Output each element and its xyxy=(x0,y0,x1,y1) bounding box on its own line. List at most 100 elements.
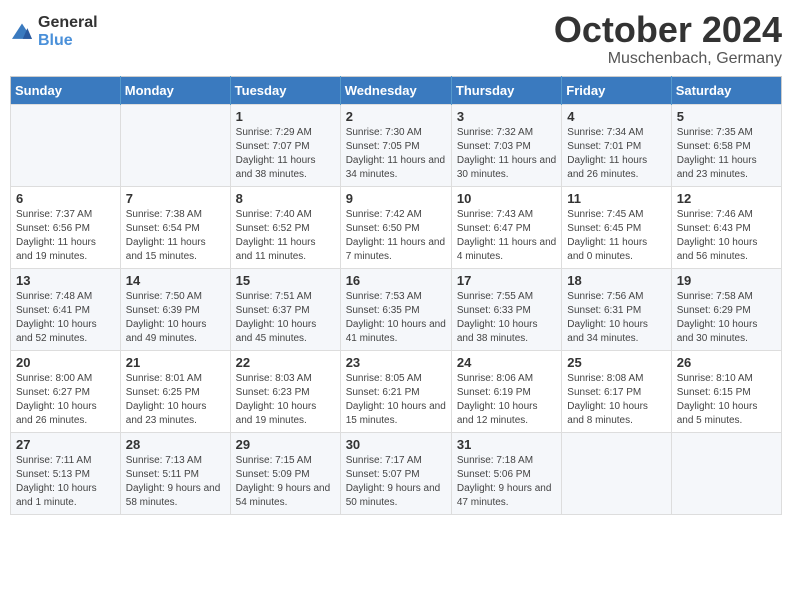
day-number: 9 xyxy=(346,191,446,206)
calendar-cell xyxy=(11,104,121,186)
day-number: 24 xyxy=(457,355,556,370)
day-number: 8 xyxy=(236,191,335,206)
day-number: 26 xyxy=(677,355,776,370)
day-number: 16 xyxy=(346,273,446,288)
day-number: 27 xyxy=(16,437,115,452)
calendar-cell: 9 Sunrise: 7:42 AM Sunset: 6:50 PM Daylig… xyxy=(340,186,451,268)
day-number: 12 xyxy=(677,191,776,206)
calendar-cell: 16 Sunrise: 7:53 AM Sunset: 6:35 PM Dayli… xyxy=(340,268,451,350)
day-number: 23 xyxy=(346,355,446,370)
header-wednesday: Wednesday xyxy=(340,76,451,104)
calendar-cell: 1Sunrise: 7:29 AM Sunset: 7:07 PM Daylig… xyxy=(230,104,340,186)
day-info: Sunrise: 7:58 AM Sunset: 6:29 PM Dayligh… xyxy=(677,290,776,346)
day-info: Sunrise: 7:46 AM Sunset: 6:43 PM Dayligh… xyxy=(677,208,776,264)
calendar-cell: 4 Sunrise: 7:34 AM Sunset: 7:01 PM Daylig… xyxy=(562,104,671,186)
calendar-table: SundayMondayTuesdayWednesdayThursdayFrid… xyxy=(10,76,782,515)
day-info: Sunrise: 7:38 AM Sunset: 6:54 PM Dayligh… xyxy=(126,208,225,264)
calendar-cell: 18Sunrise: 7:56 AM Sunset: 6:31 PM Dayli… xyxy=(562,268,671,350)
calendar-cell xyxy=(562,432,671,514)
location-title: Muschenbach, Germany xyxy=(554,50,782,68)
week-row-0: 1Sunrise: 7:29 AM Sunset: 7:07 PM Daylig… xyxy=(11,104,782,186)
calendar-cell: 7 Sunrise: 7:38 AM Sunset: 6:54 PM Daylig… xyxy=(120,186,230,268)
day-info: Sunrise: 7:55 AM Sunset: 6:33 PM Dayligh… xyxy=(457,290,556,346)
calendar-cell: 29 Sunrise: 7:15 AM Sunset: 5:09 PM Dayli… xyxy=(230,432,340,514)
header-saturday: Saturday xyxy=(671,76,781,104)
calendar-cell: 12 Sunrise: 7:46 AM Sunset: 6:43 PM Dayli… xyxy=(671,186,781,268)
day-number: 3 xyxy=(457,109,556,124)
week-row-3: 20 Sunrise: 8:00 AM Sunset: 6:27 PM Dayli… xyxy=(11,350,782,432)
calendar-cell: 13Sunrise: 7:48 AM Sunset: 6:41 PM Dayli… xyxy=(11,268,121,350)
day-number: 20 xyxy=(16,355,115,370)
day-info: Sunrise: 7:56 AM Sunset: 6:31 PM Dayligh… xyxy=(567,290,665,346)
logo-icon xyxy=(10,22,34,42)
header-friday: Friday xyxy=(562,76,671,104)
day-number: 19 xyxy=(677,273,776,288)
day-number: 6 xyxy=(16,191,115,206)
day-number: 22 xyxy=(236,355,335,370)
header-tuesday: Tuesday xyxy=(230,76,340,104)
day-number: 15 xyxy=(236,273,335,288)
calendar-cell: 21Sunrise: 8:01 AM Sunset: 6:25 PM Dayli… xyxy=(120,350,230,432)
calendar-cell: 26Sunrise: 8:10 AM Sunset: 6:15 PM Dayli… xyxy=(671,350,781,432)
calendar-cell: 23Sunrise: 8:05 AM Sunset: 6:21 PM Dayli… xyxy=(340,350,451,432)
day-number: 1 xyxy=(236,109,335,124)
day-number: 11 xyxy=(567,191,665,206)
calendar-cell: 22 Sunrise: 8:03 AM Sunset: 6:23 PM Dayli… xyxy=(230,350,340,432)
day-number: 17 xyxy=(457,273,556,288)
day-info: Sunrise: 8:03 AM Sunset: 6:23 PM Dayligh… xyxy=(236,372,335,428)
day-info: Sunrise: 7:32 AM Sunset: 7:03 PM Dayligh… xyxy=(457,126,556,182)
calendar-cell: 15 Sunrise: 7:51 AM Sunset: 6:37 PM Dayli… xyxy=(230,268,340,350)
day-number: 2 xyxy=(346,109,446,124)
calendar-cell: 25 Sunrise: 8:08 AM Sunset: 6:17 PM Dayli… xyxy=(562,350,671,432)
day-info: Sunrise: 7:48 AM Sunset: 6:41 PM Dayligh… xyxy=(16,290,115,346)
calendar-cell: 27 Sunrise: 7:11 AM Sunset: 5:13 PM Dayli… xyxy=(11,432,121,514)
day-number: 7 xyxy=(126,191,225,206)
day-info: Sunrise: 8:00 AM Sunset: 6:27 PM Dayligh… xyxy=(16,372,115,428)
day-info: Sunrise: 7:43 AM Sunset: 6:47 PM Dayligh… xyxy=(457,208,556,264)
day-info: Sunrise: 7:51 AM Sunset: 6:37 PM Dayligh… xyxy=(236,290,335,346)
title-area: October 2024 Muschenbach, Germany xyxy=(554,10,782,68)
calendar-cell: 24 Sunrise: 8:06 AM Sunset: 6:19 PM Dayli… xyxy=(451,350,561,432)
day-info: Sunrise: 7:40 AM Sunset: 6:52 PM Dayligh… xyxy=(236,208,335,264)
calendar-cell xyxy=(120,104,230,186)
day-number: 5 xyxy=(677,109,776,124)
header-monday: Monday xyxy=(120,76,230,104)
day-info: Sunrise: 7:53 AM Sunset: 6:35 PM Dayligh… xyxy=(346,290,446,346)
day-number: 25 xyxy=(567,355,665,370)
calendar-cell: 3 Sunrise: 7:32 AM Sunset: 7:03 PM Daylig… xyxy=(451,104,561,186)
day-info: Sunrise: 7:42 AM Sunset: 6:50 PM Dayligh… xyxy=(346,208,446,264)
day-number: 10 xyxy=(457,191,556,206)
day-number: 29 xyxy=(236,437,335,452)
day-number: 28 xyxy=(126,437,225,452)
day-number: 4 xyxy=(567,109,665,124)
calendar-cell: 14 Sunrise: 7:50 AM Sunset: 6:39 PM Dayli… xyxy=(120,268,230,350)
calendar-cell xyxy=(671,432,781,514)
calendar-cell: 6Sunrise: 7:37 AM Sunset: 6:56 PM Daylig… xyxy=(11,186,121,268)
day-info: Sunrise: 7:18 AM Sunset: 5:06 PM Dayligh… xyxy=(457,454,556,510)
day-number: 31 xyxy=(457,437,556,452)
calendar-cell: 20 Sunrise: 8:00 AM Sunset: 6:27 PM Dayli… xyxy=(11,350,121,432)
day-number: 30 xyxy=(346,437,446,452)
calendar-cell: 17 Sunrise: 7:55 AM Sunset: 6:33 PM Dayli… xyxy=(451,268,561,350)
logo: General Blue xyxy=(10,14,98,50)
day-info: Sunrise: 7:15 AM Sunset: 5:09 PM Dayligh… xyxy=(236,454,335,510)
day-info: Sunrise: 8:01 AM Sunset: 6:25 PM Dayligh… xyxy=(126,372,225,428)
day-info: Sunrise: 7:11 AM Sunset: 5:13 PM Dayligh… xyxy=(16,454,115,510)
header: General Blue October 2024 Muschenbach, G… xyxy=(10,10,782,68)
day-number: 14 xyxy=(126,273,225,288)
day-info: Sunrise: 7:50 AM Sunset: 6:39 PM Dayligh… xyxy=(126,290,225,346)
calendar-cell: 30 Sunrise: 7:17 AM Sunset: 5:07 PM Dayli… xyxy=(340,432,451,514)
month-title: October 2024 xyxy=(554,10,782,50)
day-info: Sunrise: 7:30 AM Sunset: 7:05 PM Dayligh… xyxy=(346,126,446,182)
calendar-cell: 31 Sunrise: 7:18 AM Sunset: 5:06 PM Dayli… xyxy=(451,432,561,514)
week-row-1: 6Sunrise: 7:37 AM Sunset: 6:56 PM Daylig… xyxy=(11,186,782,268)
day-info: Sunrise: 8:06 AM Sunset: 6:19 PM Dayligh… xyxy=(457,372,556,428)
day-info: Sunrise: 7:17 AM Sunset: 5:07 PM Dayligh… xyxy=(346,454,446,510)
day-info: Sunrise: 8:08 AM Sunset: 6:17 PM Dayligh… xyxy=(567,372,665,428)
logo-general: General xyxy=(38,14,98,31)
calendar-cell: 10 Sunrise: 7:43 AM Sunset: 6:47 PM Dayli… xyxy=(451,186,561,268)
calendar-cell: 11Sunrise: 7:45 AM Sunset: 6:45 PM Dayli… xyxy=(562,186,671,268)
week-row-4: 27 Sunrise: 7:11 AM Sunset: 5:13 PM Dayli… xyxy=(11,432,782,514)
calendar-cell: 5Sunrise: 7:35 AM Sunset: 6:58 PM Daylig… xyxy=(671,104,781,186)
day-info: Sunrise: 7:34 AM Sunset: 7:01 PM Dayligh… xyxy=(567,126,665,182)
